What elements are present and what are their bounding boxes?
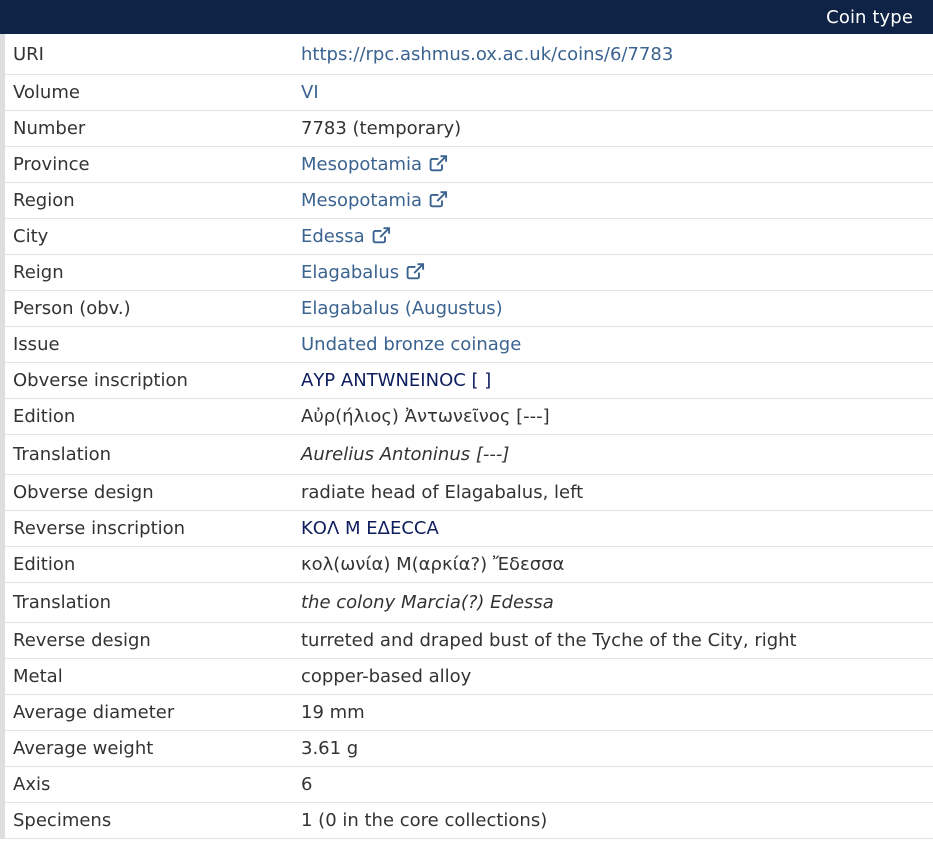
obverse-edition-value: Αὐρ(ήλιος) Ἀντωνεῖνος [---] — [301, 406, 550, 427]
obverse-translation-value: Aurelius Antoninus [---] — [301, 444, 510, 465]
reverse-design-value: turreted and draped bust of the Tyche of… — [301, 630, 797, 651]
table-row-obverse-edition: Edition Αὐρ(ήλιος) Ἀντωνεῖνος [---] — [5, 399, 933, 435]
table-row-reign: Reign Elagabalus — [5, 255, 933, 291]
table-row-reverse-edition: Edition κολ(ωνία) Μ(αρκία?) Ἔδεσσα — [5, 547, 933, 583]
region-link[interactable]: Mesopotamia — [301, 190, 422, 211]
metal-value: copper-based alloy — [301, 666, 472, 687]
table-row-uri: URI https://rpc.ashmus.ox.ac.uk/coins/6/… — [5, 34, 933, 75]
coin-details-table: URI https://rpc.ashmus.ox.ac.uk/coins/6/… — [0, 34, 933, 839]
average-diameter-value: 19 mm — [301, 702, 365, 723]
table-row-metal: Metal copper-based alloy — [5, 659, 933, 695]
row-label: Average weight — [13, 738, 154, 759]
panel-header: Coin type — [0, 0, 933, 34]
row-label: Obverse design — [13, 482, 154, 503]
table-row-reverse-design: Reverse design turreted and draped bust … — [5, 623, 933, 659]
table-row-issue: Issue Undated bronze coinage — [5, 327, 933, 363]
province-link[interactable]: Mesopotamia — [301, 154, 422, 175]
row-label: Region — [13, 190, 75, 211]
row-label: Obverse inscription — [13, 370, 188, 391]
table-row-average-weight: Average weight 3.61 g — [5, 731, 933, 767]
table-row-reverse-inscription: Reverse inscription ΚΟΛ Μ ΕΔΕϹϹΑ — [5, 511, 933, 547]
table-row-obverse-design: Obverse design radiate head of Elagabalu… — [5, 475, 933, 511]
reverse-inscription-value: ΚΟΛ Μ ΕΔΕϹϹΑ — [301, 518, 439, 539]
table-row-person-obv: Person (obv.) Elagabalus (Augustus) — [5, 291, 933, 327]
row-label: Average diameter — [13, 702, 175, 723]
row-label: Translation — [13, 444, 112, 465]
uri-link[interactable]: https://rpc.ashmus.ox.ac.uk/coins/6/7783 — [301, 44, 673, 65]
table-row-obverse-translation: Translation Aurelius Antoninus [---] — [5, 435, 933, 475]
average-weight-value: 3.61 g — [301, 738, 359, 759]
row-label: Specimens — [13, 810, 112, 831]
reverse-translation-value: the colony Marcia(?) Edessa — [301, 592, 554, 613]
city-link[interactable]: Edessa — [301, 226, 365, 247]
row-label: Axis — [13, 774, 51, 795]
table-row-average-diameter: Average diameter 19 mm — [5, 695, 933, 731]
row-label: Translation — [13, 592, 112, 613]
table-row-city: City Edessa — [5, 219, 933, 255]
external-link-icon[interactable] — [429, 191, 448, 208]
reverse-edition-value: κολ(ωνία) Μ(αρκία?) Ἔδεσσα — [301, 554, 565, 575]
table-row-number: Number 7783 (temporary) — [5, 111, 933, 147]
number-value: 7783 (temporary) — [301, 118, 462, 139]
volume-link[interactable]: VI — [301, 82, 319, 103]
table-row-obverse-inscription: Obverse inscription ΑΥΡ ΑΝΤWΝΕΙΝΟϹ [ ] — [5, 363, 933, 399]
issue-link[interactable]: Undated bronze coinage — [301, 334, 521, 355]
row-label: Person (obv.) — [13, 298, 131, 319]
row-label: City — [13, 226, 49, 247]
row-label: Volume — [13, 82, 80, 103]
coin-type-panel: Coin type URI https://rpc.ashmus.ox.ac.u… — [0, 0, 933, 850]
row-label: Edition — [13, 406, 76, 427]
external-link-icon[interactable] — [372, 227, 391, 244]
table-row-reverse-translation: Translation the colony Marcia(?) Edessa — [5, 583, 933, 623]
obverse-inscription-value: ΑΥΡ ΑΝΤWΝΕΙΝΟϹ [ ] — [301, 370, 492, 391]
row-label: Edition — [13, 554, 76, 575]
external-link-icon[interactable] — [406, 263, 425, 280]
table-row-region: Region Mesopotamia — [5, 183, 933, 219]
table-row-volume: Volume VI — [5, 75, 933, 111]
row-label: Reign — [13, 262, 64, 283]
person-obv-link[interactable]: Elagabalus (Augustus) — [301, 298, 503, 319]
axis-value: 6 — [301, 774, 313, 795]
specimens-value: 1 (0 in the core collections) — [301, 810, 548, 831]
row-label: Reverse inscription — [13, 518, 186, 539]
reign-link[interactable]: Elagabalus — [301, 262, 399, 283]
row-label: Metal — [13, 666, 63, 687]
row-label: URI — [13, 43, 44, 65]
table-row-axis: Axis 6 — [5, 767, 933, 803]
external-link-icon[interactable] — [429, 155, 448, 172]
obverse-design-value: radiate head of Elagabalus, left — [301, 482, 584, 503]
table-row-specimens: Specimens 1 (0 in the core collections) — [5, 803, 933, 839]
row-label: Number — [13, 118, 86, 139]
row-label: Province — [13, 154, 90, 175]
row-label: Reverse design — [13, 630, 151, 651]
panel-title: Coin type — [826, 6, 913, 28]
row-label: Issue — [13, 334, 60, 355]
table-row-province: Province Mesopotamia — [5, 147, 933, 183]
